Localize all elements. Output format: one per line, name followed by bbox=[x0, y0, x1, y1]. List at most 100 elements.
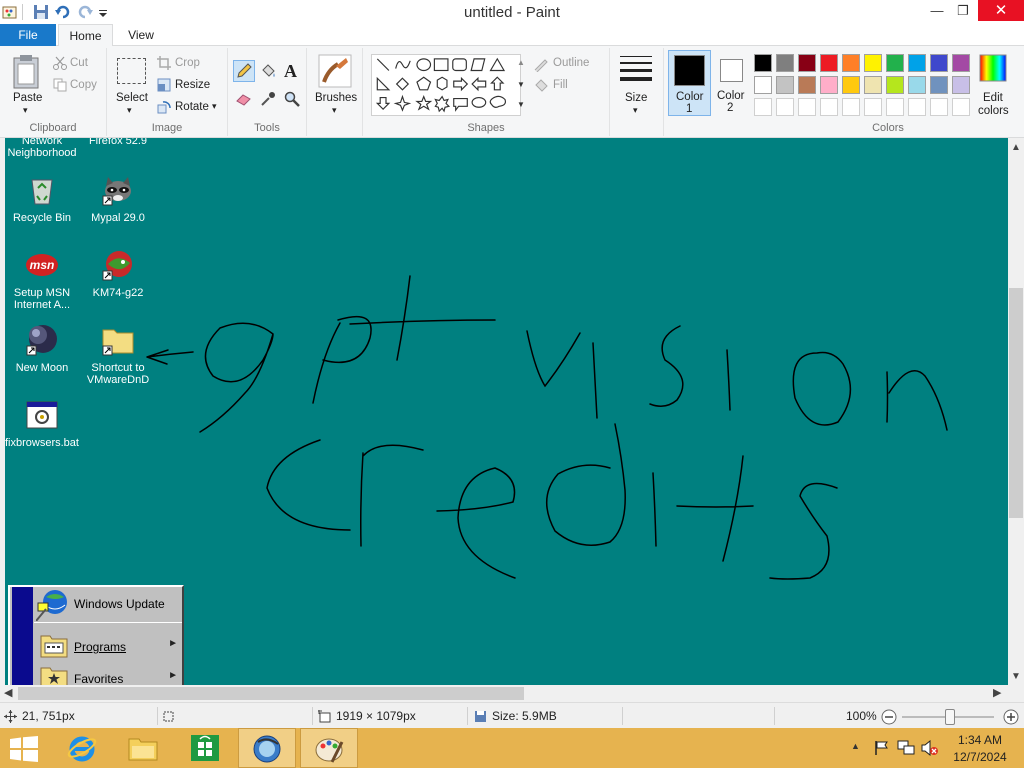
zoom-out-icon[interactable] bbox=[881, 709, 897, 725]
color-swatch[interactable] bbox=[908, 76, 926, 94]
taskbar-internet-explorer[interactable] bbox=[55, 728, 109, 768]
taskbar-store[interactable] bbox=[178, 728, 232, 768]
shapes-scroll-up[interactable]: ▲ bbox=[517, 58, 525, 67]
custom-color-slot[interactable] bbox=[886, 98, 904, 116]
color-swatch[interactable] bbox=[754, 76, 772, 94]
tab-home[interactable]: Home bbox=[58, 24, 113, 47]
outline-icon[interactable] bbox=[533, 56, 549, 72]
brushes-dropdown-arrow[interactable]: ▾ bbox=[332, 105, 337, 116]
color-swatch[interactable] bbox=[798, 54, 816, 72]
edit-colors-label-1[interactable]: Edit bbox=[983, 92, 1003, 104]
color-swatch[interactable] bbox=[820, 76, 838, 94]
taskbar-paint[interactable] bbox=[300, 728, 358, 768]
size-dropdown-arrow[interactable]: ▾ bbox=[633, 105, 638, 116]
select-dropdown-arrow[interactable]: ▾ bbox=[127, 105, 132, 116]
resize-label[interactable]: Resize bbox=[175, 79, 210, 91]
copy-label[interactable]: Copy bbox=[70, 79, 97, 91]
start-menu-item-favorites[interactable]: Favorites ► bbox=[34, 662, 184, 685]
scroll-right-arrow[interactable]: ▶ bbox=[993, 686, 1001, 699]
horizontal-scroll-thumb[interactable] bbox=[18, 687, 524, 700]
show-hidden-icons-arrow[interactable]: ▲ bbox=[851, 741, 860, 751]
rotate-dropdown-arrow[interactable]: ▾ bbox=[212, 101, 217, 112]
color-swatch[interactable] bbox=[930, 76, 948, 94]
edit-colors-icon[interactable] bbox=[979, 54, 1007, 82]
color-swatch[interactable] bbox=[952, 76, 970, 94]
crop-icon[interactable] bbox=[157, 56, 171, 70]
eraser-icon[interactable] bbox=[236, 92, 252, 106]
fill-label[interactable]: Fill bbox=[553, 79, 568, 91]
fill-icon[interactable] bbox=[533, 78, 549, 94]
color1-button[interactable]: Color 1 bbox=[668, 50, 711, 116]
restore-button[interactable]: ❐ bbox=[950, 0, 976, 21]
scroll-left-arrow[interactable]: ◀ bbox=[4, 686, 12, 699]
copy-icon[interactable] bbox=[53, 78, 67, 92]
paste-label[interactable]: Paste bbox=[13, 92, 42, 104]
rotate-label[interactable]: Rotate bbox=[175, 101, 209, 113]
size-label[interactable]: Size bbox=[625, 92, 647, 104]
color-swatch[interactable] bbox=[908, 54, 926, 72]
color-swatch[interactable] bbox=[776, 76, 794, 94]
color-swatch[interactable] bbox=[798, 76, 816, 94]
color-swatch[interactable] bbox=[930, 54, 948, 72]
cut-icon[interactable] bbox=[53, 56, 67, 70]
custom-color-slot[interactable] bbox=[776, 98, 794, 116]
taskbar-file-explorer[interactable] bbox=[116, 728, 170, 768]
color-swatch[interactable] bbox=[842, 54, 860, 72]
paste-dropdown-arrow[interactable]: ▾ bbox=[23, 105, 28, 116]
edit-colors-label-2[interactable]: colors bbox=[978, 105, 1009, 117]
outline-label[interactable]: Outline bbox=[553, 57, 589, 69]
zoom-in-icon[interactable] bbox=[1003, 709, 1019, 725]
color1-swatch[interactable] bbox=[674, 55, 705, 86]
custom-color-slot[interactable] bbox=[820, 98, 838, 116]
color-swatch[interactable] bbox=[842, 76, 860, 94]
color-swatch[interactable] bbox=[952, 54, 970, 72]
fill-bucket-icon[interactable] bbox=[260, 63, 276, 79]
action-center-flag-icon[interactable] bbox=[874, 740, 890, 756]
network-icon[interactable] bbox=[897, 740, 915, 756]
color-picker-icon[interactable] bbox=[260, 91, 276, 107]
custom-color-slot[interactable] bbox=[930, 98, 948, 116]
taskbar-clock-date[interactable]: 12/7/2024 bbox=[952, 750, 1008, 764]
color-swatch[interactable] bbox=[754, 54, 772, 72]
start-menu-item-windows-update[interactable]: Windows Update bbox=[34, 587, 184, 621]
color2-button[interactable]: Color 2 bbox=[713, 50, 750, 116]
color-swatch[interactable] bbox=[864, 54, 882, 72]
shapes-gallery-expand[interactable]: ▼ bbox=[517, 100, 525, 109]
shapes-scroll-down[interactable]: ▼ bbox=[517, 80, 525, 89]
taskbar-vm-app[interactable] bbox=[238, 728, 296, 768]
zoom-slider-thumb[interactable] bbox=[945, 709, 955, 725]
color-swatch[interactable] bbox=[886, 76, 904, 94]
brushes-icon[interactable] bbox=[318, 54, 352, 88]
color2-swatch[interactable] bbox=[720, 59, 743, 82]
taskbar-clock-time[interactable]: 1:34 AM bbox=[952, 733, 1008, 747]
custom-color-slot[interactable] bbox=[842, 98, 860, 116]
shapes-gallery[interactable] bbox=[371, 54, 521, 116]
scroll-up-arrow[interactable]: ▲ bbox=[1011, 142, 1021, 153]
select-label[interactable]: Select bbox=[116, 92, 148, 104]
custom-color-slot[interactable] bbox=[864, 98, 882, 116]
custom-color-slot[interactable] bbox=[798, 98, 816, 116]
vertical-scroll-thumb[interactable] bbox=[1009, 288, 1023, 518]
custom-color-slot[interactable] bbox=[754, 98, 772, 116]
color-swatch[interactable] bbox=[776, 54, 794, 72]
close-button[interactable]: ✕ bbox=[978, 0, 1024, 21]
scroll-down-arrow[interactable]: ▼ bbox=[1011, 671, 1021, 682]
brushes-label[interactable]: Brushes bbox=[315, 92, 357, 104]
color-swatch[interactable] bbox=[820, 54, 838, 72]
color-swatch[interactable] bbox=[864, 76, 882, 94]
select-icon[interactable] bbox=[117, 58, 146, 84]
resize-icon[interactable] bbox=[157, 78, 171, 92]
start-button-windows-icon[interactable] bbox=[10, 736, 38, 762]
custom-color-slot[interactable] bbox=[952, 98, 970, 116]
minimize-button[interactable]: — bbox=[924, 0, 950, 21]
tab-file[interactable]: File bbox=[0, 24, 56, 47]
text-tool-icon[interactable]: A bbox=[284, 61, 297, 82]
tab-view[interactable]: View bbox=[116, 24, 166, 47]
color-swatch[interactable] bbox=[886, 54, 904, 72]
start-menu-item-programs[interactable]: Programs ► bbox=[34, 630, 184, 662]
magnifier-icon[interactable] bbox=[284, 91, 300, 107]
volume-muted-icon[interactable] bbox=[921, 740, 939, 756]
crop-label[interactable]: Crop bbox=[175, 57, 200, 69]
cut-label[interactable]: Cut bbox=[70, 57, 88, 69]
custom-color-slot[interactable] bbox=[908, 98, 926, 116]
